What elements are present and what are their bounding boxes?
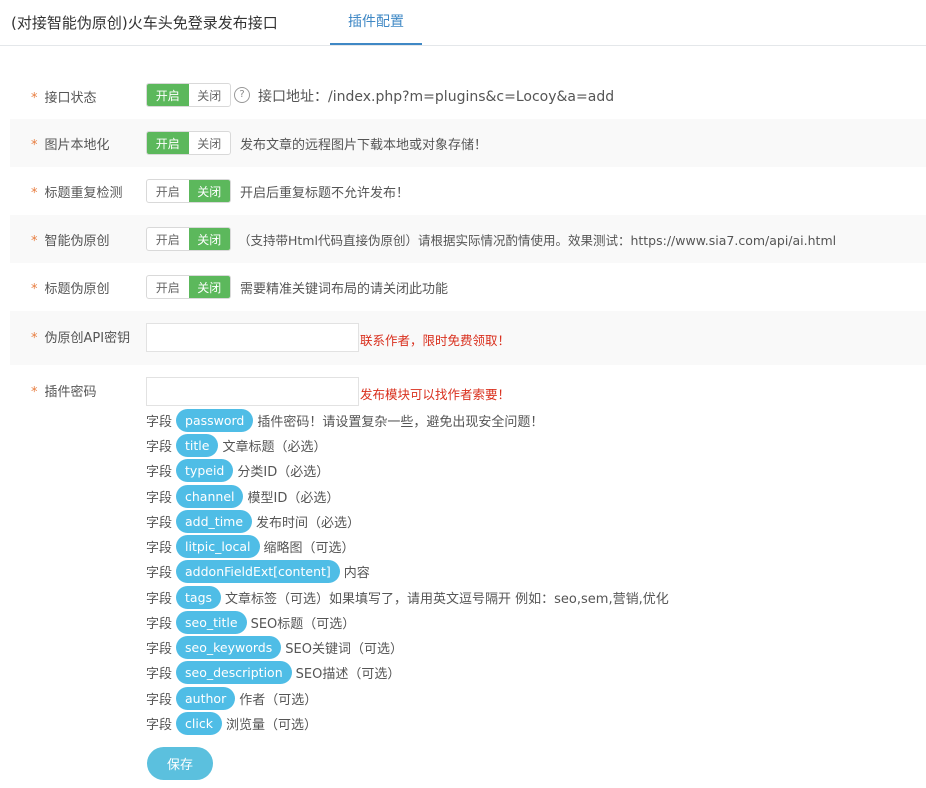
switch-on-option[interactable]: 开启 bbox=[147, 180, 189, 202]
field-tag-tags: tags bbox=[176, 585, 222, 609]
field-tag-channel: channel bbox=[176, 484, 244, 508]
field-desc: 文章标题（必选） bbox=[222, 439, 327, 455]
switch-off-option[interactable]: 关闭 bbox=[188, 180, 230, 202]
field-desc: 浏览量（可选） bbox=[225, 717, 317, 733]
switch-off-option[interactable]: 关闭 bbox=[189, 84, 231, 106]
field-row-title: 字段 title 文章标题（必选） bbox=[146, 433, 326, 457]
tab-plugin-title[interactable]: (对接智能伪原创)火车头免登录发布接口 bbox=[11, 12, 278, 33]
field-desc: SEO关键词（可选） bbox=[285, 641, 403, 657]
title-duplicate-switch[interactable]: 开启 关闭 bbox=[146, 179, 231, 203]
row-title-duplicate: * 标题重复检测 开启 关闭 开启后重复标题不允许发布！ bbox=[10, 167, 926, 215]
field-row-litpic-local: 字段 litpic_local 缩略图（可选） bbox=[146, 534, 355, 558]
switch-on-option[interactable]: 开启 bbox=[147, 276, 189, 298]
field-tag-author: author bbox=[176, 686, 236, 710]
title-duplicate-desc: 开启后重复标题不允许发布！ bbox=[240, 186, 410, 201]
field-prefix: 字段 bbox=[146, 515, 173, 531]
switch-on-option[interactable]: 开启 bbox=[147, 132, 189, 154]
field-row-add-time: 字段 add_time 发布时间（必选） bbox=[146, 509, 360, 533]
field-desc: SEO描述（可选） bbox=[295, 666, 401, 682]
title-rewrite-switch[interactable]: 开启 关闭 bbox=[146, 275, 231, 299]
field-row-seo-title: 字段 seo_title SEO标题（可选） bbox=[146, 610, 355, 634]
field-desc: 缩略图（可选） bbox=[263, 540, 355, 556]
smart-rewrite-switch[interactable]: 开启 关闭 bbox=[146, 227, 231, 251]
api-url-text: 接口地址：/index.php?m=plugins&c=Locoy&a=add bbox=[258, 89, 615, 105]
field-tag-password: password bbox=[176, 408, 254, 432]
field-prefix: 字段 bbox=[146, 490, 173, 506]
smart-rewrite-desc: （支持带Html代码直接伪原创）请根据实际情况酌情使用。效果测试：https:/… bbox=[238, 233, 837, 248]
field-tag-add-time: add_time bbox=[176, 509, 253, 533]
api-key-label: * 伪原创API密钥 bbox=[31, 331, 131, 346]
api-key-input[interactable] bbox=[146, 323, 359, 352]
row-image-localize: * 图片本地化 开启 关闭 发布文章的远程图片下载本地或对象存储！ bbox=[10, 119, 926, 167]
api-key-note: 联系作者，限时免费领取！ bbox=[360, 333, 511, 348]
plugin-password-input[interactable] bbox=[146, 377, 359, 406]
field-prefix: 字段 bbox=[146, 641, 173, 657]
switch-on-option[interactable]: 开启 bbox=[147, 84, 189, 106]
image-localize-switch[interactable]: 开启 关闭 bbox=[146, 131, 231, 155]
field-row-author: 字段 author 作者（可选） bbox=[146, 686, 317, 710]
field-prefix: 字段 bbox=[146, 591, 173, 607]
title-rewrite-label: * 标题伪原创 bbox=[31, 282, 110, 297]
api-status-switch[interactable]: 开启 关闭 bbox=[146, 83, 231, 107]
tab-plugin-config[interactable]: 插件配置 bbox=[330, 0, 422, 45]
field-tag-typeid: typeid bbox=[176, 458, 234, 482]
field-desc: 内容 bbox=[343, 565, 370, 581]
field-desc: 发布时间（必选） bbox=[256, 515, 361, 531]
field-row-tags: 字段 tags 文章标签（可选）如果填写了，请用英文逗号隔开 例如：seo,sem,… bbox=[146, 585, 669, 609]
title-rewrite-desc: 需要精准关键词布局的请关闭此功能 bbox=[240, 282, 449, 297]
switch-off-option[interactable]: 关闭 bbox=[188, 228, 230, 250]
api-status-label: * 接口状态 bbox=[31, 91, 97, 106]
smart-rewrite-label: * 智能伪原创 bbox=[31, 234, 110, 249]
help-icon[interactable]: ? bbox=[234, 87, 250, 103]
image-localize-label: * 图片本地化 bbox=[31, 138, 110, 153]
row-title-rewrite: * 标题伪原创 开启 关闭 需要精准关键词布局的请关闭此功能 bbox=[10, 263, 926, 311]
field-desc: 插件密码！请设置复杂一些，避免出现安全问题！ bbox=[257, 414, 544, 430]
field-row-typeid: 字段 typeid 分类ID（必选） bbox=[146, 458, 329, 482]
field-row-seo-description: 字段 seo_description SEO描述（可选） bbox=[146, 660, 400, 684]
field-prefix: 字段 bbox=[146, 540, 173, 556]
field-tag-litpic-local: litpic_local bbox=[176, 534, 260, 558]
field-desc: 文章标签（可选）如果填写了，请用英文逗号隔开 例如：seo,sem,营销,优化 bbox=[225, 591, 669, 607]
field-desc: SEO标题（可选） bbox=[250, 616, 356, 632]
field-tag-content: addonFieldExt[content] bbox=[176, 559, 340, 583]
field-row-channel: 字段 channel 模型ID（必选） bbox=[146, 484, 339, 508]
field-row-content: 字段 addonFieldExt[content] 内容 bbox=[146, 559, 370, 583]
switch-off-option[interactable]: 关闭 bbox=[188, 276, 230, 298]
field-tag-seo-keywords: seo_keywords bbox=[176, 635, 282, 659]
field-tag-title: title bbox=[176, 433, 219, 457]
switch-on-option[interactable]: 开启 bbox=[147, 228, 189, 250]
field-prefix: 字段 bbox=[146, 692, 173, 708]
field-desc: 分类ID（必选） bbox=[237, 464, 330, 480]
tab-bar: (对接智能伪原创)火车头免登录发布接口 插件配置 bbox=[0, 0, 926, 46]
field-desc: 模型ID（必选） bbox=[247, 490, 340, 506]
field-tag-seo-title: seo_title bbox=[176, 610, 247, 634]
field-prefix: 字段 bbox=[146, 439, 173, 455]
field-prefix: 字段 bbox=[146, 717, 173, 733]
field-tag-seo-description: seo_description bbox=[176, 660, 292, 684]
field-tag-click: click bbox=[176, 711, 222, 735]
field-desc: 作者（可选） bbox=[239, 692, 318, 708]
row-plugin-password: * 插件密码 发布模块可以找作者索要！ bbox=[10, 365, 926, 406]
row-smart-rewrite: * 智能伪原创 开启 关闭 （支持带Html代码直接伪原创）请根据实际情况酌情使用… bbox=[10, 215, 926, 263]
plugin-password-label: * 插件密码 bbox=[31, 385, 97, 400]
field-prefix: 字段 bbox=[146, 464, 173, 480]
field-row-seo-keywords: 字段 seo_keywords SEO关键词（可选） bbox=[146, 635, 403, 659]
title-duplicate-label: * 标题重复检测 bbox=[31, 186, 123, 201]
field-prefix: 字段 bbox=[146, 565, 173, 581]
field-prefix: 字段 bbox=[146, 666, 173, 682]
field-row-click: 字段 click 浏览量（可选） bbox=[146, 711, 317, 735]
field-prefix: 字段 bbox=[146, 616, 173, 632]
image-localize-desc: 发布文章的远程图片下载本地或对象存储！ bbox=[240, 138, 488, 153]
switch-off-option[interactable]: 关闭 bbox=[189, 132, 231, 154]
field-prefix: 字段 bbox=[146, 414, 173, 430]
row-api-status: * 接口状态 开启 关闭 ? 接口地址：/index.php?m=plugins&… bbox=[10, 71, 926, 119]
plugin-password-note: 发布模块可以找作者索要！ bbox=[360, 387, 511, 402]
row-api-key: * 伪原创API密钥 联系作者，限时免费领取！ bbox=[10, 311, 926, 365]
save-button[interactable]: 保存 bbox=[147, 747, 213, 780]
field-row-password: 字段 password 插件密码！请设置复杂一些，避免出现安全问题！ bbox=[146, 408, 543, 432]
